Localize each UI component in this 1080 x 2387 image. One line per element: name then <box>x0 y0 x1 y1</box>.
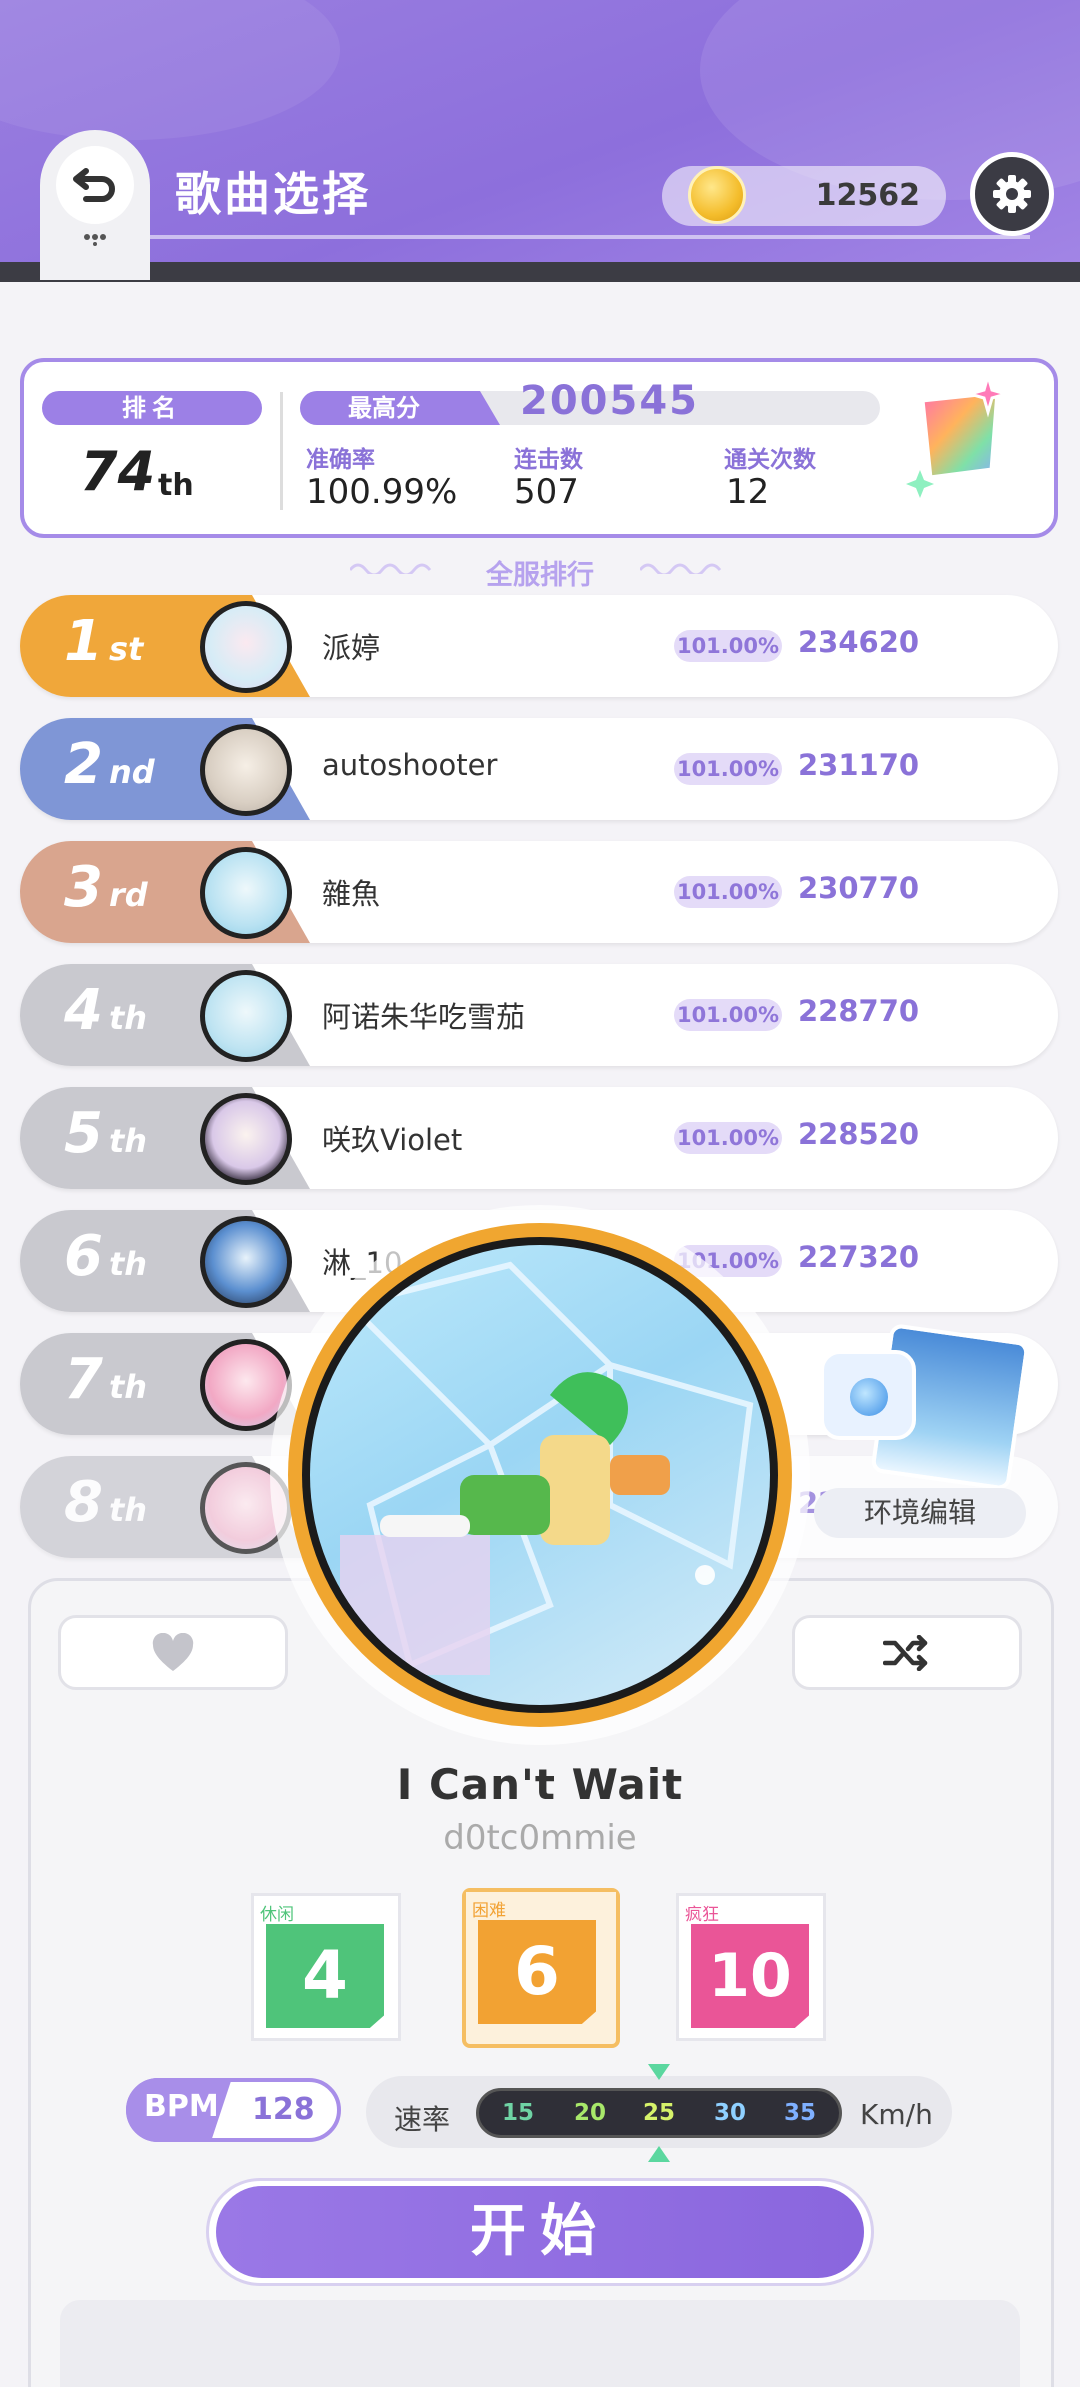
leaderboard-row[interactable]: 5th 咲玖Violet 101.00% 228520 <box>20 1087 1058 1189</box>
avatar[interactable] <box>200 1216 292 1308</box>
player-score: 228520 <box>798 1117 920 1151</box>
start-button[interactable]: 开始 <box>216 2186 864 2278</box>
clears-value: 12 <box>726 472 770 512</box>
speed-marker-icon <box>648 2064 670 2080</box>
shuffle-button[interactable] <box>792 1615 1022 1690</box>
rank-value: 74 <box>80 440 156 503</box>
shuffle-icon <box>883 1634 928 1671</box>
rank-label: 排名 <box>42 391 262 425</box>
speed-option[interactable]: 15 <box>502 2100 534 2126</box>
leaderboard-row[interactable]: 1st 派婷 101.00% 234620 <box>20 595 1058 697</box>
difficulty-level: 6 <box>478 1920 596 2024</box>
back-arrow-icon <box>73 168 115 202</box>
accuracy-badge: 101.00% <box>674 630 782 662</box>
speed-option[interactable]: 30 <box>714 2100 746 2126</box>
robot-icon <box>820 1350 916 1440</box>
player-name: 咲玖Violet <box>322 1123 463 1157</box>
difficulty-label: 休闲 <box>260 1905 294 1925</box>
speed-option-selected[interactable]: 25 <box>643 2100 675 2126</box>
rank-number: 7th <box>64 1347 148 1412</box>
accuracy-badge: 101.00% <box>674 753 782 785</box>
accuracy-label: 准确率 <box>306 447 375 473</box>
difficulty-hard[interactable]: 困难 6 <box>466 1892 616 2040</box>
coin-icon <box>688 166 746 224</box>
speed-option[interactable]: 20 <box>574 2100 606 2126</box>
difficulty-level: 10 <box>691 1924 809 2028</box>
speed-unit: Km/h <box>860 2098 933 2131</box>
accuracy-badge: 101.00% <box>674 999 782 1031</box>
player-score: 230770 <box>798 871 920 905</box>
favorite-button[interactable] <box>58 1615 288 1690</box>
bottom-decoration <box>60 2300 1020 2387</box>
high-score-label: 最高分 <box>300 391 500 425</box>
difficulty-label: 困难 <box>472 1901 506 1921</box>
accuracy-badge: 101.00% <box>674 876 782 908</box>
jacket-frame <box>302 1237 778 1713</box>
song-title: I Can't Wait <box>396 1760 684 1809</box>
rank-number: 4th <box>64 978 148 1043</box>
header-bottom-band <box>0 262 1080 282</box>
speed-label: 速率 <box>394 2103 451 2136</box>
environment-edit-button[interactable]: 环境编辑 <box>814 1488 1026 1538</box>
stats-divider <box>280 392 283 510</box>
player-score: 231170 <box>798 748 920 782</box>
rank-number: 1st <box>64 609 144 674</box>
difficulty-label: 疯狂 <box>685 1905 719 1925</box>
player-score: 228770 <box>798 994 920 1028</box>
dots-icon <box>84 234 106 246</box>
back-button[interactable] <box>56 146 134 224</box>
settings-button[interactable] <box>970 152 1054 236</box>
combo-label: 连击数 <box>514 447 583 473</box>
difficulty-level: 4 <box>266 1924 384 2028</box>
player-name: 阿诺朱华吃雪茄 <box>322 1000 526 1034</box>
rank-number: 3rd <box>64 855 148 920</box>
accuracy-badge: 101.00% <box>674 1122 782 1154</box>
speed-marker-icon <box>648 2146 670 2162</box>
player-score: 227320 <box>798 1240 920 1274</box>
avatar[interactable] <box>200 724 292 816</box>
rank-badge-icon <box>906 370 1012 498</box>
rank-number: 8th <box>64 1470 148 1535</box>
header-decoration <box>0 0 340 140</box>
global-ranking-title: 全服排行 <box>486 560 594 591</box>
divider-decoration <box>350 563 432 574</box>
combo-value: 507 <box>514 472 579 512</box>
player-name: 派婷 <box>322 631 381 665</box>
header-bar <box>0 0 1080 280</box>
cover-illustration <box>340 1261 754 1675</box>
rank-number: 5th <box>64 1101 148 1166</box>
leaderboard-row[interactable]: 4th 阿诺朱华吃雪茄 101.00% 228770 <box>20 964 1058 1066</box>
speed-option[interactable]: 35 <box>784 2100 816 2126</box>
leaderboard-row[interactable]: 3rd 雜魚 101.00% 230770 <box>20 841 1058 943</box>
song-cover-art <box>310 1245 770 1705</box>
avatar[interactable] <box>200 601 292 693</box>
clears-label: 通关次数 <box>724 447 816 473</box>
divider-decoration <box>640 563 722 574</box>
accuracy-value: 100.99% <box>306 472 458 512</box>
gear-icon <box>993 175 1031 213</box>
player-name: 雜魚 <box>322 877 381 911</box>
rank-suffix: th <box>158 468 194 503</box>
rank-number: 2nd <box>64 732 155 797</box>
high-score-value: 200545 <box>520 378 699 424</box>
difficulty-casual[interactable]: 休闲 4 <box>251 1893 401 2041</box>
page-title: 歌曲选择 <box>175 167 371 221</box>
avatar[interactable] <box>200 970 292 1062</box>
song-artist: d0tc0mmie <box>443 1818 637 1858</box>
player-name: autoshooter <box>322 748 498 782</box>
avatar[interactable] <box>200 1093 292 1185</box>
difficulty-crazy[interactable]: 疯狂 10 <box>676 1893 826 2041</box>
avatar[interactable] <box>200 847 292 939</box>
bpm-value: 128 <box>252 2092 315 2127</box>
player-score: 234620 <box>798 625 920 659</box>
coin-count: 12562 <box>815 178 920 213</box>
leaderboard-row[interactable]: 2nd autoshooter 101.00% 231170 <box>20 718 1058 820</box>
header-divider <box>150 235 1030 239</box>
song-jacket[interactable] <box>288 1223 792 1727</box>
rank-number: 6th <box>64 1224 148 1289</box>
heart-icon <box>152 1632 194 1671</box>
